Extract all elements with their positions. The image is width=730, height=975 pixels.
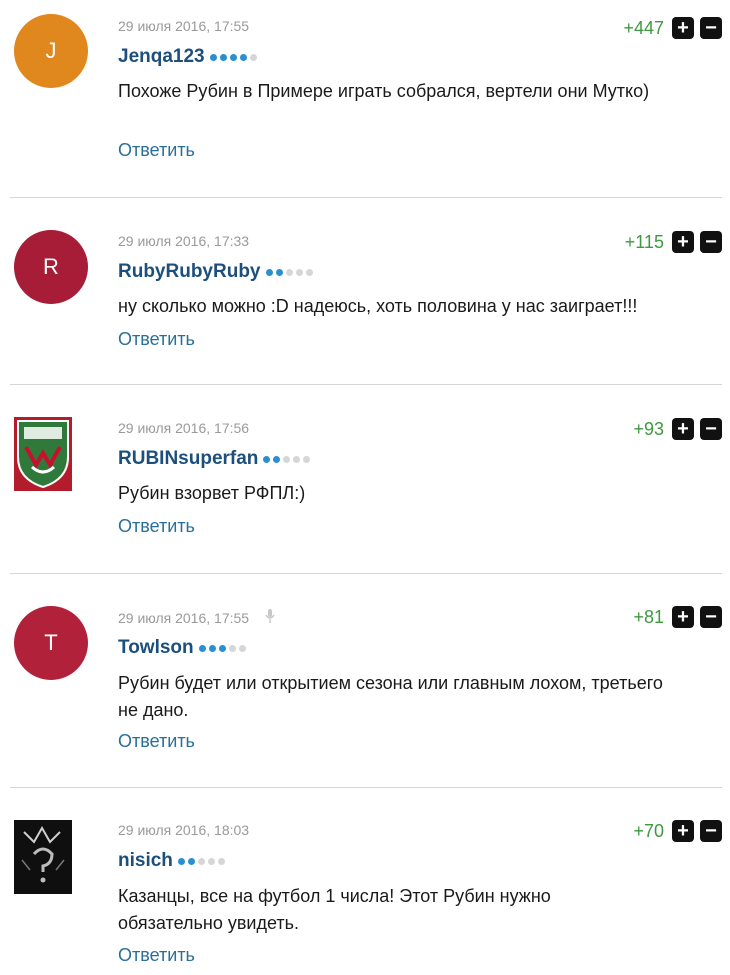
vote-controls: +70 + −: [633, 820, 722, 842]
plus-icon[interactable]: +: [672, 820, 694, 842]
reply-link[interactable]: Ответить: [118, 731, 195, 752]
avatar[interactable]: R: [14, 230, 88, 304]
divider: [10, 384, 722, 385]
plus-icon[interactable]: +: [672, 231, 694, 253]
reply-link[interactable]: Ответить: [118, 329, 195, 350]
user-level-dots: [198, 644, 246, 652]
comment-date-text: 29 июля 2016, 17:55: [118, 610, 250, 626]
comment-text: ну сколько можно :D надеюсь, хоть полови…: [118, 296, 638, 316]
minus-icon[interactable]: −: [700, 606, 722, 628]
dark-sketch-icon[interactable]: [14, 820, 72, 894]
vote-controls: +81 + −: [633, 606, 722, 628]
vote-score: +447: [623, 17, 664, 38]
user-line: Towlson: [118, 637, 246, 659]
comment-date: 29 июля 2016, 17:56: [118, 420, 250, 436]
plus-icon[interactable]: +: [672, 17, 694, 39]
minus-icon[interactable]: −: [700, 418, 722, 440]
user-level-dots: [177, 857, 225, 865]
user-line: Jenqa123: [118, 46, 257, 68]
username-link[interactable]: RUBINsuperfan: [118, 448, 258, 470]
minus-icon[interactable]: −: [700, 17, 722, 39]
reply-link[interactable]: Ответить: [118, 945, 195, 966]
vote-score: +70: [633, 820, 664, 841]
username-link[interactable]: RubyRubyRuby: [118, 261, 261, 283]
comment-text: Рубин будет или открытием сезона или гла…: [118, 673, 663, 720]
comment-text: Казанцы, все на футбол 1 числа! Этот Руб…: [118, 886, 551, 933]
minus-icon[interactable]: −: [700, 820, 722, 842]
user-level-dots: [265, 268, 313, 276]
vote-score: +81: [633, 606, 664, 627]
avatar[interactable]: T: [14, 606, 88, 680]
username-link[interactable]: nisich: [118, 850, 173, 872]
comment-text: Рубин взорвет РФПЛ:): [118, 483, 306, 503]
plus-icon[interactable]: +: [672, 418, 694, 440]
vote-controls: +93 + −: [633, 418, 722, 440]
comment-date: 29 июля 2016, 18:03: [118, 822, 250, 838]
vote-score: +93: [633, 418, 664, 439]
user-line: RubyRubyRuby: [118, 261, 313, 283]
divider: [10, 573, 722, 574]
divider: [10, 197, 722, 198]
vote-score: +115: [624, 231, 664, 252]
vote-controls: +115 + −: [625, 231, 722, 253]
user-level-dots: [209, 53, 257, 61]
reply-link[interactable]: Ответить: [118, 140, 195, 161]
user-line: nisich: [118, 850, 225, 872]
comment-date: 29 июля 2016, 17:55: [118, 609, 275, 626]
reply-link[interactable]: Ответить: [118, 516, 195, 537]
vote-controls: +447 + −: [623, 17, 722, 39]
divider: [10, 787, 722, 788]
comment-text: Похоже Рубин в Примере играть собрался, …: [118, 81, 650, 101]
comment-date: 29 июля 2016, 17:55: [118, 18, 250, 34]
rubin-crest-icon[interactable]: [14, 417, 72, 491]
minus-icon[interactable]: −: [700, 231, 722, 253]
avatar[interactable]: J: [14, 14, 88, 88]
user-level-dots: [263, 455, 311, 463]
microphone-icon[interactable]: [265, 609, 275, 626]
comment-date: 29 июля 2016, 17:33: [118, 233, 250, 249]
username-link[interactable]: Towlson: [118, 637, 194, 659]
username-link[interactable]: Jenqa123: [118, 46, 205, 68]
user-line: RUBINsuperfan: [118, 448, 311, 470]
plus-icon[interactable]: +: [672, 606, 694, 628]
